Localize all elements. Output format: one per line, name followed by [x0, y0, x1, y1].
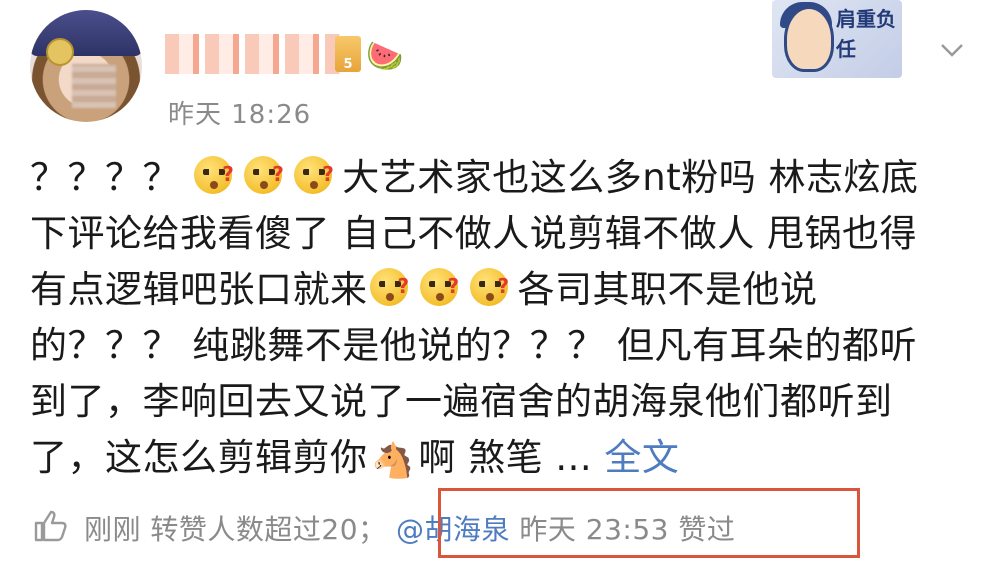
weibo-post-card: 5 🍉 昨天 18:26 肩重负任 ？？？？ ??? 大艺术家也这么多nt粉吗 林…	[0, 0, 1000, 574]
confused-face-emoji: ?	[244, 154, 286, 196]
chevron-down-icon[interactable]	[938, 36, 966, 64]
post-text: 有点逻辑吧张口就来	[30, 268, 368, 311]
vip-badge: 5	[335, 36, 361, 72]
full-text-link[interactable]: 全文	[604, 436, 679, 479]
post-line-2: 下评论给我看傻了 自己不做人说剪辑不做人 甩锅也得	[30, 212, 918, 255]
post-line-5: 到了，李响回去又说了一遍宿舍的胡海泉他们都听到	[30, 380, 893, 423]
sticker-badge: 肩重负任	[772, 0, 902, 78]
confused-face-emoji: ?	[294, 154, 336, 196]
watermelon-icon: 🍉	[366, 39, 404, 74]
like-icon[interactable]	[30, 506, 70, 546]
post-text: 大艺术家也这么多nt粉吗 林志炫底	[342, 156, 919, 199]
post-time: 昨天 18:26	[168, 100, 312, 130]
sticker-face	[784, 6, 834, 72]
confused-face-emoji: ?	[419, 266, 462, 308]
horse-icon: 🐴	[371, 441, 415, 481]
avatar-hat-badge	[46, 38, 74, 66]
post-text: 啊 煞笔 ...	[418, 436, 593, 479]
question-marks: ？？？？	[30, 156, 180, 199]
post-line-1: ？？？？ ??? 大艺术家也这么多nt粉吗 林志炫底	[30, 150, 980, 206]
post-line-3: 有点逻辑吧张口就来??? 各司其职不是他说	[30, 262, 980, 318]
avatar-mosaic	[72, 64, 116, 108]
footer-time: 刚刚	[84, 513, 142, 546]
footer-info: 转赞人数超过20；	[150, 513, 387, 546]
post-line-4: 的？？？ 纯跳舞不是他说的？？？ 但凡有耳朵的都听	[30, 324, 918, 367]
confused-face-emoji: ?	[194, 154, 236, 196]
user-name-redacted[interactable]	[165, 34, 340, 74]
confused-face-emoji: ?	[369, 266, 412, 308]
highlight-box	[438, 488, 860, 558]
post-line-6: 了，这怎么剪辑剪你 🐴 啊 煞笔 ... 全文	[30, 430, 980, 486]
confused-face-emoji: ?	[469, 266, 512, 308]
post-text: 了，这怎么剪辑剪你	[30, 436, 368, 479]
avatar[interactable]	[30, 10, 142, 122]
sticker-text: 肩重负任	[836, 7, 896, 61]
post-text: 各司其职不是他说	[517, 268, 818, 311]
post-content: ？？？？ ??? 大艺术家也这么多nt粉吗 林志炫底 下评论给我看傻了 自己不做人…	[30, 150, 980, 486]
